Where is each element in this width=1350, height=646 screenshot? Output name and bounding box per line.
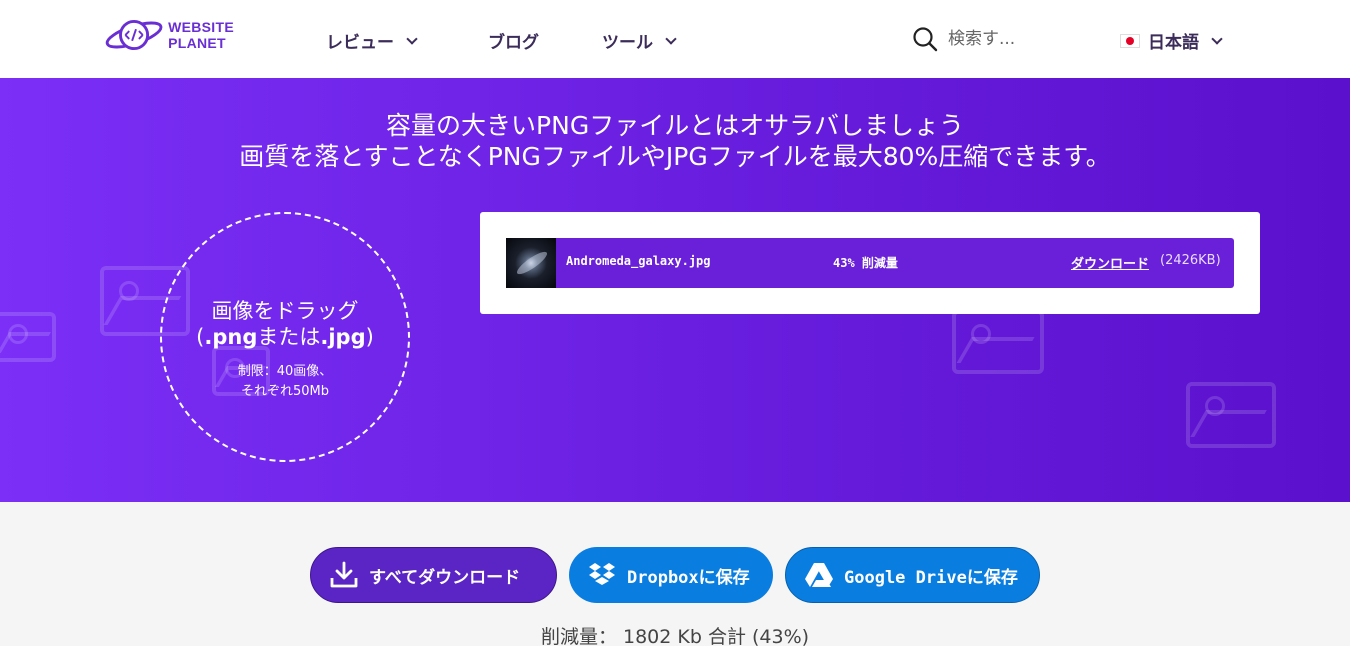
nav-blog-label: ブログ	[488, 33, 539, 53]
chevron-down-icon	[406, 32, 418, 45]
logo-line-2: PLANET	[168, 35, 226, 51]
download-all-label: すべてダウンロード	[369, 567, 521, 588]
reduction-summary: 削減量： 1802 Kb 合計 (43%)	[540, 626, 810, 646]
hero-title-line-1: 容量の大きいPNGファイルとはオサラバしましょう	[386, 111, 964, 140]
dropzone-formats: (.pngまたは.jpg)	[162, 324, 408, 351]
planet-logo-icon	[105, 19, 163, 51]
logo-text: WEBSITE PLANET	[168, 19, 234, 51]
hero-section: 容量の大きいPNGファイルとはオサラバしましょう 画質を落とすことなくPNGファ…	[0, 78, 1350, 502]
logo-line-1: WEBSITE	[168, 19, 234, 35]
dropzone-limit-line-1: 制限：40画像、	[237, 364, 333, 379]
dropbox-label: Dropboxに保存	[627, 567, 750, 588]
results-panel: Andromeda_galaxy.jpg 43% 削減量 ダウンロード (242…	[480, 212, 1260, 314]
nav-blog[interactable]: ブログ	[488, 28, 539, 53]
search-icon[interactable]	[912, 26, 938, 52]
hero-title: 容量の大きいPNGファイルとはオサラバしましょう 画質を落とすことなくPNGファ…	[0, 110, 1350, 172]
dropzone-format-png: .png	[204, 325, 258, 349]
dropzone-format-jpg: .jpg	[320, 325, 366, 349]
nav-tools-label: ツール	[602, 33, 653, 53]
dropzone-limit: 制限：40画像、 それぞれ50Mb	[162, 362, 408, 402]
download-all-button[interactable]: すべてダウンロード	[310, 547, 557, 603]
save-to-google-drive-button[interactable]: Google Driveに保存	[785, 547, 1040, 603]
file-size: (2426KB)	[1160, 253, 1221, 268]
chevron-down-icon	[665, 32, 677, 45]
image-placeholder-icon	[0, 312, 56, 362]
save-to-dropbox-button[interactable]: Dropboxに保存	[569, 547, 773, 603]
nav-reviews[interactable]: レビュー	[326, 28, 418, 53]
dropzone-formats-or: または	[257, 325, 321, 349]
dropbox-icon	[589, 563, 615, 585]
language-selector[interactable]: 日本語	[1120, 28, 1223, 53]
logo[interactable]: WEBSITE PLANET	[104, 14, 234, 56]
image-placeholder-icon	[952, 310, 1044, 374]
search-box	[912, 26, 1098, 52]
language-label: 日本語	[1148, 33, 1199, 53]
file-name: Andromeda_galaxy.jpg	[566, 254, 711, 268]
image-dropzone[interactable]: 画像をドラッグ (.pngまたは.jpg) 制限：40画像、 それぞれ50Mb	[160, 212, 410, 462]
dropzone-title: 画像をドラッグ	[211, 299, 359, 323]
file-reduction: 43% 削減量	[833, 256, 898, 270]
chevron-down-icon	[1211, 32, 1223, 45]
file-thumbnail	[506, 238, 556, 288]
hero-title-line-2: 画質を落とすことなくPNGファイルやJPGファイルを最大80%圧縮できます。	[239, 142, 1111, 171]
site-header: WEBSITE PLANET レビュー ブログ ツール 日本語	[0, 0, 1350, 78]
file-row: Andromeda_galaxy.jpg 43% 削減量 ダウンロード (242…	[506, 238, 1234, 288]
google-drive-label: Google Driveに保存	[844, 567, 1018, 588]
dropzone-limit-line-2: それぞれ50Mb	[240, 384, 329, 399]
nav-tools[interactable]: ツール	[602, 28, 677, 53]
search-input[interactable]	[948, 29, 1098, 49]
image-placeholder-icon	[1186, 382, 1276, 448]
google-drive-icon	[805, 563, 833, 587]
nav-reviews-label: レビュー	[326, 33, 394, 53]
download-icon	[330, 561, 358, 588]
file-download-link[interactable]: ダウンロード	[1071, 253, 1149, 272]
japan-flag-icon	[1120, 33, 1140, 48]
dropzone-formats-close: )	[365, 325, 374, 349]
